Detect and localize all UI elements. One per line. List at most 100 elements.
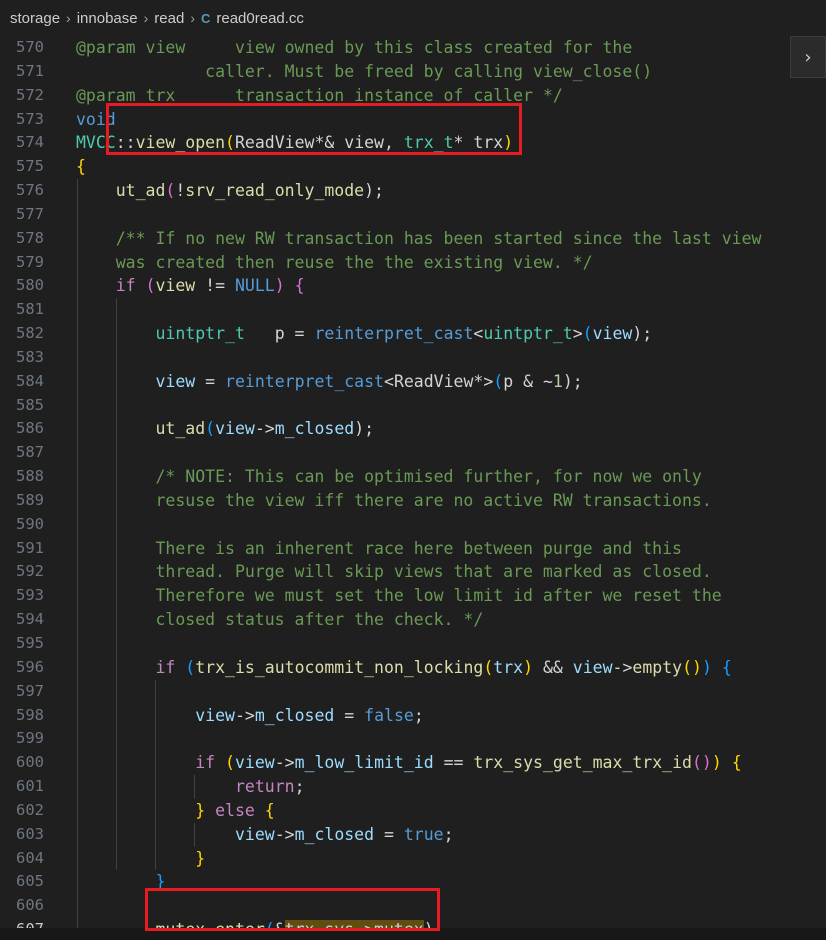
breadcrumb: storage › innobase › read › C read0read.… xyxy=(0,0,826,36)
code-token: view xyxy=(195,705,235,725)
annotation-box xyxy=(106,103,522,155)
chevron-right-icon[interactable]: › xyxy=(790,36,826,78)
code-token: view view owned by this class created fo… xyxy=(135,38,633,57)
line-number: 582 xyxy=(16,324,44,343)
code-line[interactable]: 596 if (trx_is_autocommit_non_locking(tr… xyxy=(0,656,826,680)
code-line[interactable]: 586 ut_ad(view->m_closed); xyxy=(0,417,826,441)
indent-guide xyxy=(155,679,156,871)
chevron-right-icon: › xyxy=(143,10,149,26)
code-line[interactable]: 594 closed status after the check. */ xyxy=(0,608,826,632)
code-token: ; xyxy=(413,705,424,725)
code-line[interactable]: 582 uintptr_t p = reinterpret_cast<uintp… xyxy=(0,322,826,346)
code-text: return; xyxy=(76,775,305,799)
code-line[interactable]: 601 return; xyxy=(0,775,826,799)
code-text: view->m_closed = false; xyxy=(76,704,424,728)
code-token: ! xyxy=(175,181,186,201)
code-line[interactable]: 588 /* NOTE: This can be optimised furth… xyxy=(0,465,826,489)
code-token: -> xyxy=(612,657,633,677)
code-token: () xyxy=(682,657,702,677)
code-token: view xyxy=(155,276,196,296)
code-text: { xyxy=(76,155,86,179)
code-token: @param xyxy=(76,38,136,57)
code-token: closed status after the check. */ xyxy=(76,610,484,630)
code-token: ) xyxy=(711,753,732,773)
line-number: 570 xyxy=(16,38,44,56)
code-token: view xyxy=(155,371,196,391)
code-line[interactable]: 579 was created then reuse the the exist… xyxy=(0,251,826,275)
code-token: ( xyxy=(175,657,196,677)
code-line[interactable]: 585 xyxy=(0,394,826,418)
line-number: 589 xyxy=(16,490,44,509)
code-token: < xyxy=(473,324,484,344)
code-line[interactable]: 580 if (view != NULL) { xyxy=(0,274,826,298)
line-number: 599 xyxy=(16,729,44,748)
code-token: ); xyxy=(364,181,384,201)
code-token: < xyxy=(384,371,394,391)
line-number: 607 xyxy=(0,918,44,928)
code-line[interactable]: 570 @param view view owned by this class … xyxy=(0,36,826,60)
code-token: @param trx transaction instance of calle… xyxy=(76,85,563,105)
code-token: -> xyxy=(234,705,255,725)
code-line[interactable]: 592 thread. Purge will skip views that a… xyxy=(0,560,826,584)
line-number: 572 xyxy=(16,85,44,104)
breadcrumb-file[interactable]: read0read.cc xyxy=(216,10,304,27)
breadcrumb-storage[interactable]: storage xyxy=(10,10,60,27)
code-token: ( xyxy=(215,753,235,773)
code-line[interactable]: 597 xyxy=(0,680,826,704)
line-number: 587 xyxy=(16,443,44,462)
breadcrumb-innobase[interactable]: innobase xyxy=(77,10,138,27)
code-token: false xyxy=(364,705,414,725)
code-line[interactable]: 578 /** If no new RW transaction has bee… xyxy=(0,227,826,251)
code-token: return xyxy=(234,777,295,797)
code-token: m_closed xyxy=(294,824,375,844)
line-number: 578 xyxy=(16,228,44,247)
code-token: view xyxy=(234,824,275,844)
line-number: 594 xyxy=(16,610,44,629)
code-line[interactable]: 591 There is an inherent race here betwe… xyxy=(0,537,826,561)
code-text: @param view view owned by this class cre… xyxy=(76,36,632,60)
code-token: trx_sys_get_max_trx_id xyxy=(473,753,692,773)
code-line[interactable]: 600 if (view->m_low_limit_id == trx_sys_… xyxy=(0,751,826,775)
code-line[interactable]: 603 view->m_closed = true; xyxy=(0,823,826,847)
code-line[interactable]: 575 { xyxy=(0,155,826,179)
code-line[interactable]: 571 caller. Must be freed by calling vie… xyxy=(0,60,826,84)
code-line[interactable]: 581 xyxy=(0,298,826,322)
code-line[interactable]: 599 xyxy=(0,727,826,751)
code-token: p & ~ xyxy=(503,371,553,391)
code-line[interactable]: 598 view->m_closed = false; xyxy=(0,704,826,728)
code-line[interactable]: 602 } else { xyxy=(0,799,826,823)
code-token: true xyxy=(403,824,444,844)
code-token: 1 xyxy=(552,371,563,391)
code-line[interactable]: 577 xyxy=(0,203,826,227)
code-line[interactable]: 583 xyxy=(0,346,826,370)
code-line[interactable]: 593 Therefore we must set the low limit … xyxy=(0,584,826,608)
line-number: 591 xyxy=(16,538,44,557)
code-token: } xyxy=(195,848,206,868)
code-token: ReadView xyxy=(393,371,474,391)
line-number: 581 xyxy=(16,300,44,319)
code-line[interactable]: 576 ut_ad(!srv_read_only_mode); xyxy=(0,179,826,203)
code-text: /* NOTE: This can be optimised further, … xyxy=(76,465,701,489)
code-token: srv_read_only_mode xyxy=(185,181,365,201)
code-token: view xyxy=(572,657,613,677)
code-line[interactable]: 590 xyxy=(0,513,826,537)
code-token: -> xyxy=(254,419,275,439)
line-number: 602 xyxy=(16,800,44,819)
code-token: if xyxy=(115,276,136,296)
line-number: 588 xyxy=(16,467,44,486)
code-token: m_closed xyxy=(254,705,335,725)
indent-guide xyxy=(116,298,117,871)
code-editor[interactable]: 570 @param view view owned by this class … xyxy=(0,36,826,928)
code-line[interactable]: 587 xyxy=(0,441,826,465)
line-number: 601 xyxy=(16,777,44,796)
code-token: ( xyxy=(483,657,494,677)
code-line[interactable]: 595 xyxy=(0,632,826,656)
code-line[interactable]: 584 view = reinterpret_cast<ReadView*>(p… xyxy=(0,370,826,394)
chevron-right-icon: › xyxy=(66,10,71,26)
code-line[interactable]: 604 } xyxy=(0,847,826,871)
breadcrumb-read[interactable]: read xyxy=(154,10,184,27)
code-line[interactable]: 589 resuse the view iff there are no act… xyxy=(0,489,826,513)
